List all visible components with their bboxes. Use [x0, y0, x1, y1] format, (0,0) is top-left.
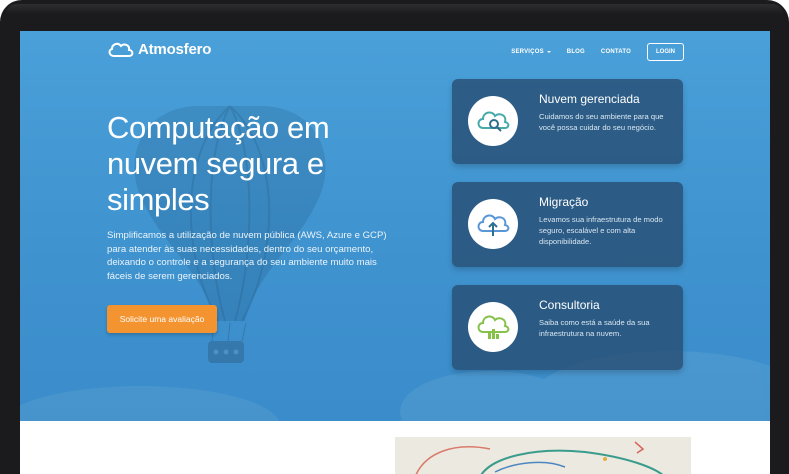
service-card-migracao[interactable]: Migração Levamos sua infraestrutura de m…	[452, 182, 683, 267]
service-title: Nuvem gerenciada	[539, 92, 640, 106]
service-description: Cuidamos do seu ambiente para que você p…	[539, 112, 664, 132]
service-icon-circle	[468, 96, 518, 146]
service-description: Levamos sua infraestrutura de modo segur…	[539, 215, 663, 246]
nav-item-blog[interactable]: BLOG	[567, 49, 585, 55]
request-evaluation-button[interactable]: Solicite uma avaliação	[107, 305, 217, 333]
service-card-consultoria[interactable]: Consultoria Saiba como está a saúde da s…	[452, 285, 683, 370]
browser-viewport: Atmosfero SERVIÇOS BLOG CONTATO LOGIN Co…	[20, 31, 770, 474]
hero-headline: Computação em nuvem segura e simples	[107, 110, 330, 217]
service-card-nuvem-gerenciada[interactable]: Nuvem gerenciada Cuidamos do seu ambient…	[452, 79, 683, 164]
cloud-search-icon	[477, 111, 510, 132]
nav-item-servicos[interactable]: SERVIÇOS	[511, 49, 551, 55]
nav-item-label: SERVIÇOS	[511, 49, 544, 55]
nav-item-contato[interactable]: CONTATO	[601, 49, 631, 55]
laptop-bezel: Atmosfero SERVIÇOS BLOG CONTATO LOGIN Co…	[0, 0, 789, 474]
brand-name: Atmosfero	[138, 40, 212, 58]
login-button[interactable]: LOGIN	[647, 43, 684, 61]
brand-logo[interactable]: Atmosfero	[107, 40, 211, 58]
cloud-chart-icon	[477, 315, 510, 339]
service-icon-circle	[468, 302, 518, 352]
top-navigation: SERVIÇOS BLOG CONTATO LOGIN	[511, 43, 684, 61]
cloud-icon	[108, 42, 134, 57]
service-icon-circle	[468, 199, 518, 249]
illustration-image	[395, 437, 691, 474]
chevron-down-icon	[546, 51, 551, 53]
service-title: Consultoria	[539, 298, 600, 312]
cloud-upload-icon	[477, 214, 510, 236]
hero-section: Atmosfero SERVIÇOS BLOG CONTATO LOGIN Co…	[20, 31, 770, 421]
hero-subtext: Simplificamos a utilização de nuvem públ…	[107, 230, 387, 282]
service-description: Saiba como está a saúde da sua infraestr…	[539, 318, 650, 338]
service-title: Migração	[539, 195, 589, 209]
